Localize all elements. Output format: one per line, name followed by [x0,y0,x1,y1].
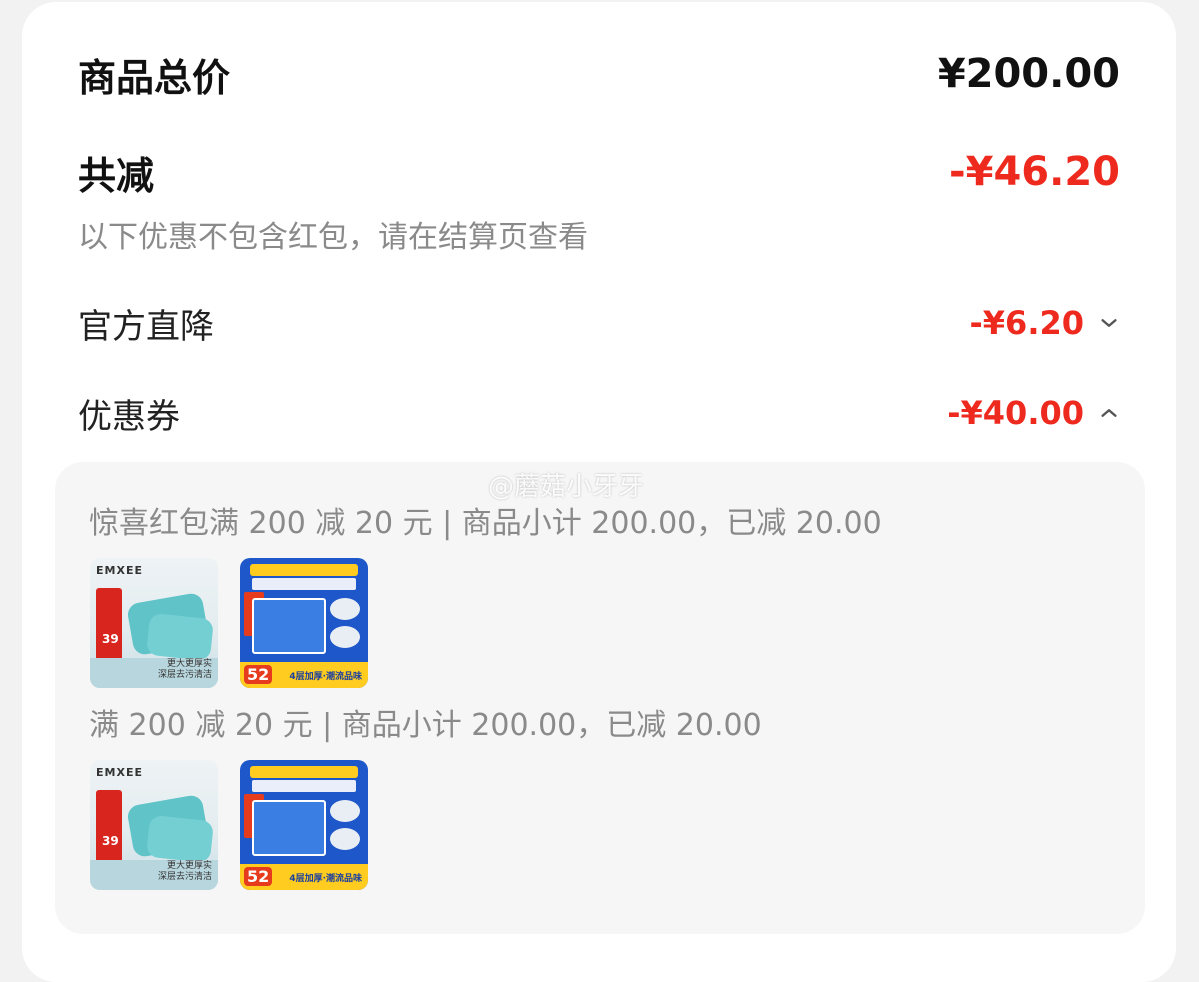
reduce-row: 共减 -¥46.20 [78,144,1120,200]
product-headline [252,780,356,792]
product-tag: 4层加厚·潮流品味 [289,874,362,884]
product-image [145,814,215,864]
coupon-row[interactable]: 优惠券 -¥40.00 [78,388,1120,438]
product-image [145,612,215,662]
tissue-product-thumbnail[interactable]: 52 4层加厚·潮流品味 [240,760,368,890]
official-discount-label: 官方直降 [78,306,214,347]
product-image [252,800,326,856]
coupon-value: -¥40.00 [947,394,1084,432]
product-caption: 更大更厚实 深层去污清洁 [158,659,212,680]
coupon-label: 优惠券 [78,396,180,437]
coupon-products: EMXEE 39 更大更厚实 深层去污清洁 52 4层加厚·潮流品味 [90,760,368,890]
coupon-item-text: 惊喜红包满 200 减 20 元 | 商品小计 200.00，已减 20.00 [89,506,882,541]
feature-icon [330,828,360,850]
promo-banner [250,766,358,778]
coupon-amount: -¥40.00 [947,394,1120,432]
feature-icon [330,598,360,620]
coupon-products: EMXEE 39 更大更厚实 深层去污清洁 52 4层加厚·潮流品味 [90,558,368,688]
chevron-down-icon[interactable] [1098,312,1120,334]
official-discount-value: -¥6.20 [969,304,1085,342]
product-brand: EMXEE [96,766,143,779]
product-badge: 52 [244,867,273,886]
product-tag: 4层加厚·潮流品味 [289,672,362,682]
feature-icon [330,626,360,648]
tissue-product-thumbnail[interactable]: 52 4层加厚·潮流品味 [240,558,368,688]
product-badge: 52 [244,665,273,684]
feature-icon [330,800,360,822]
product-caption-line: 深层去污清洁 [157,669,212,680]
chevron-up-icon[interactable] [1098,402,1120,424]
product-headline [252,578,356,590]
product-caption-line: 更大更厚实 [166,659,212,670]
reduce-value: -¥46.20 [949,149,1120,195]
official-discount-amount: -¥6.20 [970,304,1121,342]
total-label: 商品总价 [78,55,231,100]
product-caption: 更大更厚实 深层去污清洁 [158,861,212,882]
wipes-product-thumbnail[interactable]: EMXEE 39 更大更厚实 深层去污清洁 [90,760,218,890]
product-price: 39 [102,834,119,848]
product-price: 39 [102,632,119,646]
coupon-item-text: 满 200 减 20 元 | 商品小计 200.00，已减 20.00 [89,708,762,743]
product-image [252,598,326,654]
total-row: 商品总价 ¥200.00 [78,46,1120,102]
official-discount-row[interactable]: 官方直降 -¥6.20 [78,298,1120,348]
product-caption-line: 深层去污清洁 [157,871,212,882]
total-value: ¥200.00 [937,51,1120,97]
reduce-label: 共减 [78,153,155,198]
reduce-note: 以下优惠不包含红包，请在结算页查看 [78,220,588,255]
coupon-detail-panel: 惊喜红包满 200 减 20 元 | 商品小计 200.00，已减 20.00 … [55,462,1145,934]
watermark: @蘑菇小牙牙 [488,472,645,502]
wipes-product-thumbnail[interactable]: EMXEE 39 更大更厚实 深层去污清洁 [90,558,218,688]
promo-banner [250,564,358,576]
product-caption-line: 更大更厚实 [166,861,212,872]
product-brand: EMXEE [96,564,143,577]
